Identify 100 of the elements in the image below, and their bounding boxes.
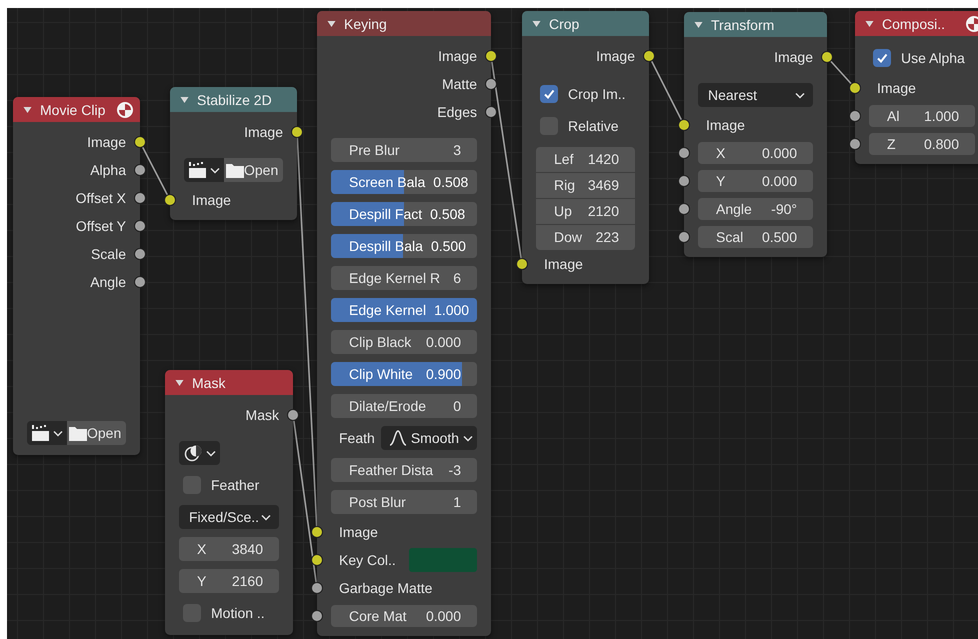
- number-field[interactable]: Z 0.800: [869, 133, 975, 155]
- chevron-icon: [261, 514, 271, 520]
- socket-label: Offset X: [76, 190, 126, 206]
- number-field[interactable]: Scal 0.500: [698, 226, 813, 248]
- node-title: Mask: [192, 374, 226, 390]
- node-socket[interactable]: [644, 51, 654, 61]
- dropdown[interactable]: Fixed/Sce..: [179, 505, 279, 529]
- slider-field[interactable]: Edge Kernel 1.000: [331, 298, 477, 322]
- dropdown[interactable]: Nearest: [698, 83, 813, 107]
- socket-label: Scale: [90, 246, 126, 262]
- socket-label: Angle: [90, 274, 126, 290]
- node-socket[interactable]: [312, 527, 322, 537]
- node-socket[interactable]: [850, 139, 860, 149]
- node-socket[interactable]: [486, 79, 496, 89]
- number-field[interactable]: Up 2120: [536, 198, 635, 224]
- number-field[interactable]: Post Blur 1: [331, 490, 477, 514]
- socket-label: Garbage Matte: [338, 580, 432, 596]
- number-field[interactable]: Al 1.000: [869, 105, 975, 127]
- number-field[interactable]: Rig 3469: [536, 172, 635, 198]
- number-field[interactable]: Lef 1420: [536, 146, 635, 172]
- chevron-icon: [463, 434, 474, 442]
- node-socket[interactable]: [135, 137, 145, 147]
- node-socket[interactable]: [679, 120, 689, 130]
- node-header[interactable]: Composi..: [855, 11, 978, 36]
- node-header[interactable]: Crop: [522, 11, 649, 36]
- number-field[interactable]: Dilate/Erode 0: [331, 394, 477, 418]
- node-header[interactable]: Movie Clip: [13, 97, 140, 122]
- color-swatch[interactable]: [409, 548, 477, 572]
- mask-menu-button[interactable]: [179, 441, 220, 465]
- node-socket[interactable]: [312, 555, 322, 565]
- checkbox-label: Crop Im..: [568, 86, 626, 102]
- slider-field[interactable]: Clip White 0.900: [331, 362, 477, 386]
- number-field[interactable]: Core Mat 0.000: [331, 605, 477, 627]
- field-label: Feath: [339, 430, 375, 446]
- dropdown[interactable]: Smooth: [380, 426, 477, 450]
- socket-label: Image: [543, 256, 583, 272]
- node-link: [830, 60, 852, 84]
- node-socket[interactable]: [288, 410, 298, 420]
- clip-browse-button[interactable]: [184, 158, 224, 182]
- node-socket[interactable]: [135, 249, 145, 259]
- number-field[interactable]: Y 0.000: [698, 170, 813, 192]
- clip-browse-button[interactable]: [27, 421, 67, 445]
- checkbox[interactable]: [540, 117, 558, 135]
- node-socket[interactable]: [822, 52, 832, 62]
- number-field[interactable]: Dow 223: [536, 224, 635, 250]
- open-button[interactable]: Open: [224, 158, 283, 182]
- chevron-icon: [206, 450, 216, 456]
- socket-label: Image: [191, 192, 231, 208]
- node-socket[interactable]: [135, 221, 145, 231]
- collapse-icon[interactable]: [532, 20, 541, 28]
- number-field[interactable]: X 3840: [179, 537, 279, 561]
- collapse-icon[interactable]: [23, 106, 32, 114]
- node-header[interactable]: Mask: [165, 370, 293, 395]
- node-socket[interactable]: [679, 148, 689, 158]
- node-title: Keying: [344, 16, 388, 32]
- number-field[interactable]: Angle -90°: [698, 198, 813, 220]
- collapse-icon[interactable]: [694, 20, 703, 28]
- chevron-icon: [795, 92, 805, 98]
- node-socket[interactable]: [679, 176, 689, 186]
- number-field[interactable]: X 0.000: [698, 142, 813, 164]
- number-field[interactable]: Edge Kernel R 6: [331, 266, 477, 290]
- number-field[interactable]: Pre Blur 3: [331, 138, 477, 162]
- node-title: Crop: [549, 16, 580, 32]
- node-socket[interactable]: [850, 83, 860, 93]
- socket-label: Image: [87, 134, 126, 150]
- socket-label: Mask: [246, 407, 279, 423]
- node-socket[interactable]: [850, 111, 860, 121]
- open-button[interactable]: Open: [67, 421, 126, 445]
- node-socket[interactable]: [486, 107, 496, 117]
- collapse-icon[interactable]: [180, 96, 189, 104]
- node-socket[interactable]: [312, 583, 322, 593]
- node-title: Stabilize 2D: [197, 92, 273, 108]
- node-link: [650, 60, 682, 120]
- node-socket[interactable]: [312, 611, 322, 621]
- node-header[interactable]: Keying: [317, 11, 491, 36]
- socket-label: Image: [438, 48, 477, 64]
- checkbox[interactable]: [183, 604, 201, 622]
- circle-quadrant-icon: [116, 100, 134, 118]
- number-field[interactable]: Y 2160: [179, 569, 279, 593]
- node-socket[interactable]: [679, 204, 689, 214]
- number-field[interactable]: Clip Black 0.000: [331, 330, 477, 354]
- node-socket[interactable]: [292, 127, 302, 137]
- clapperboard-icon: [31, 424, 51, 442]
- node-socket[interactable]: [679, 232, 689, 242]
- node-socket[interactable]: [135, 193, 145, 203]
- node-header[interactable]: Transform: [684, 12, 827, 37]
- checkbox[interactable]: [873, 49, 891, 67]
- collapse-icon[interactable]: [327, 20, 336, 28]
- collapse-icon[interactable]: [175, 378, 184, 386]
- node-socket[interactable]: [517, 259, 527, 269]
- checkbox[interactable]: [540, 85, 558, 103]
- node-socket[interactable]: [135, 277, 145, 287]
- node-socket[interactable]: [135, 165, 145, 175]
- node-socket[interactable]: [165, 195, 175, 205]
- number-field[interactable]: Feather Dista -3: [331, 458, 477, 482]
- node-header[interactable]: Stabilize 2D: [170, 87, 297, 112]
- node-link: [142, 146, 168, 196]
- node-socket[interactable]: [486, 51, 496, 61]
- collapse-icon[interactable]: [865, 20, 874, 28]
- checkbox[interactable]: [183, 476, 201, 494]
